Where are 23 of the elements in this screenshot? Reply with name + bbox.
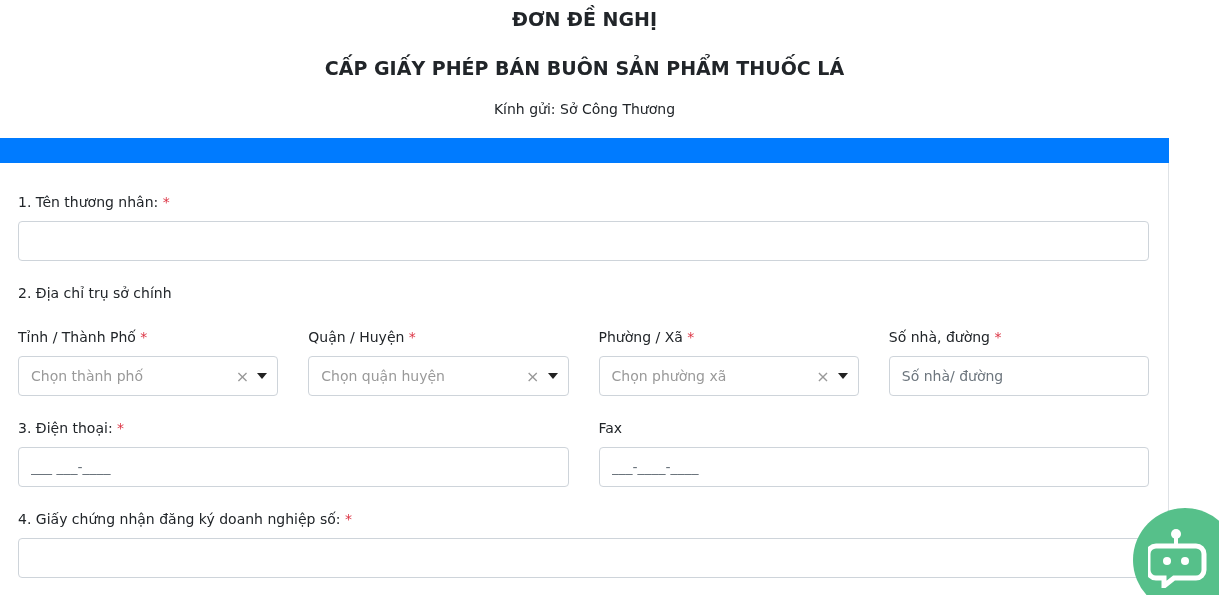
field-label: 3. Điện thoại: * — [18, 419, 126, 438]
caret-icon — [257, 373, 268, 379]
caret-icon — [547, 373, 558, 379]
form-title: ĐƠN ĐỀ NGHỊ — [512, 6, 657, 32]
caret-icon — [837, 373, 848, 379]
recipient-text: Kính gửi: Sở Công Thương — [493, 100, 676, 119]
field-label: Quận / Huyện * — [308, 328, 417, 347]
form-subtitle: CẤP GIẤY PHÉP BÁN BUÔN SẢN PHẨM THUỐC LÁ — [324, 55, 845, 81]
select-field[interactable]: Chọn quận huyện × — [308, 356, 569, 396]
input-field[interactable]: ___ ___-____ — [18, 447, 569, 487]
field-label: 4. Giấy chứng nhận đăng ký doanh nghiệp số: * — [18, 510, 353, 529]
field-label: Phường / Xã * — [598, 328, 696, 347]
robot-icon — [1148, 528, 1210, 588]
input-field[interactable]: Số nhà/ đường — [888, 356, 1149, 396]
field-label: Tỉnh / Thành Phố * — [18, 328, 149, 347]
select-field[interactable]: Chọn phường xã × — [598, 356, 859, 396]
section-label: 2. Địa chỉ trụ sở chính — [18, 284, 173, 303]
field-label: Số nhà, đường * — [888, 328, 1003, 347]
field-label: Fax — [598, 419, 624, 438]
field-label: 1. Tên thương nhân: * — [18, 193, 171, 212]
input-field[interactable]: ___-____-____ — [598, 447, 1149, 487]
select-field[interactable]: Chọn thành phố × — [18, 356, 279, 396]
input-field[interactable] — [18, 221, 1149, 261]
